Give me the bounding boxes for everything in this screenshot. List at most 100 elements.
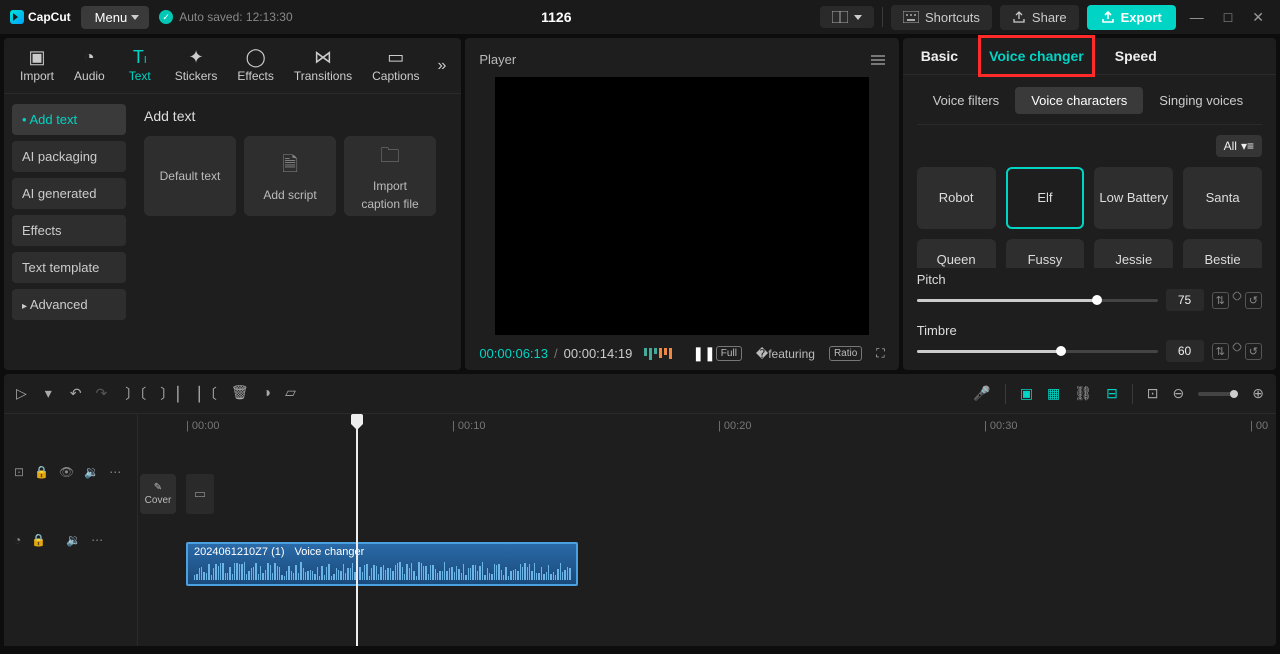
tab-captions[interactable]: ▭Captions [362,44,429,87]
fullscreen-button[interactable]: ⛶ [876,346,884,361]
tab-transitions[interactable]: ⋈Transitions [284,44,362,87]
tab-import[interactable]: ▣Import [10,44,64,87]
tab-stickers[interactable]: ✦Stickers [165,44,228,87]
tab-effects[interactable]: ◯Effects [227,44,283,87]
zoom-slider[interactable] [1198,392,1238,396]
track-settings-icon[interactable]: ⊡ [14,465,24,479]
link-button[interactable]: ⛓ [1074,385,1092,402]
tab-audio[interactable]: ◔Audio [64,44,115,87]
layout-button[interactable] [820,6,874,28]
export-button[interactable]: Export [1087,5,1176,30]
pitch-thumb[interactable] [1092,295,1102,305]
select-tool[interactable]: ▷ [16,385,27,402]
timbre-slider[interactable] [917,350,1158,353]
project-title[interactable]: 1126 [303,9,810,25]
script-icon: 🗎 [282,150,298,184]
timbre-value[interactable]: 60 [1166,340,1204,362]
text-icon: TI [133,48,147,66]
track-mute-icon[interactable]: 🔉 [66,533,81,547]
close-button[interactable]: ✕ [1246,9,1270,26]
sidebar-item-add-text[interactable]: • Add text [12,104,126,135]
track-more-icon[interactable]: ⋯ [109,465,121,479]
player-panel: Player 00:00:06:13 / 00:00:14:19 ❚❚ Full… [465,38,898,370]
subtab-voice-filters[interactable]: Voice filters [917,87,1015,114]
tab-basic[interactable]: Basic [917,38,962,74]
voice-fussy[interactable]: Fussy [1006,239,1085,268]
sidebar-item-effects[interactable]: Effects [12,215,126,246]
undo-button[interactable]: ↶ [70,385,82,402]
subtab-voice-characters[interactable]: Voice characters [1015,87,1143,114]
sidebar-item-ai-generated[interactable]: AI generated [12,178,126,209]
sidebar-item-text-template[interactable]: Text template [12,252,126,283]
voice-elf[interactable]: Elf [1006,167,1085,229]
snap-main-button[interactable]: ▣ [1020,385,1033,402]
card-import-caption[interactable]: 🗀Importcaption file [344,136,436,216]
split-right-button[interactable]: ⎮〔 [196,384,217,404]
tab-text[interactable]: TIText [115,44,165,87]
full-button[interactable]: Full [716,346,742,361]
pitch-slider[interactable] [917,299,1158,302]
voice-grid-row2: Queen Fussy Jessie Bestie [903,239,1276,268]
preview-button[interactable]: ⊡ [1147,385,1159,402]
select-mode-dropdown[interactable]: ▾ [45,385,52,402]
ruler-tick: | 00:30 [984,420,1017,432]
share-button[interactable]: Share [1000,5,1079,30]
timbre-stepper[interactable]: ⇅↺ [1212,343,1262,360]
timeline-tracks[interactable]: | 00:00 | 00:10 | 00:20 | 00:30 | 00 ✎ C… [138,414,1276,646]
track-lock-icon[interactable]: 🔒 [34,465,49,479]
snap-aux-button[interactable]: ▦ [1047,385,1060,402]
playhead[interactable] [356,414,358,646]
flag-button[interactable]: ▱ [285,384,296,404]
track-mute-icon[interactable]: 🔉 [84,465,99,479]
keyframe-icon[interactable] [1231,341,1242,352]
track-lock-icon[interactable]: 🔒 [31,533,46,547]
card-default-text[interactable]: Default text [144,136,236,216]
voice-robot[interactable]: Robot [917,167,996,229]
maximize-button[interactable]: □ [1218,9,1238,25]
tabs-more-button[interactable]: » [430,57,455,75]
card-add-script[interactable]: 🗎Add script [244,136,336,216]
audio-clip[interactable]: 2024061210Z7 (1) Voice changer [186,542,578,586]
ruler-tick: | 00 [1250,420,1268,432]
player-menu-button[interactable] [871,55,885,65]
track-visible-icon[interactable]: 👁 [59,465,74,479]
ratio-button[interactable]: Ratio [829,346,862,361]
track-more-icon[interactable]: ⋯ [91,533,103,547]
timbre-thumb[interactable] [1056,346,1066,356]
pitch-stepper[interactable]: ⇅↺ [1212,292,1262,309]
pitch-value[interactable]: 75 [1166,289,1204,311]
delete-button[interactable]: 🗑 [231,384,249,404]
zoom-in-button[interactable]: ⊕ [1252,385,1264,402]
cover-chip[interactable]: ✎ Cover [140,474,176,514]
tab-speed[interactable]: Speed [1111,38,1161,74]
pause-button[interactable]: ❚❚ [692,345,715,362]
player-viewport[interactable] [495,77,868,335]
subtab-singing-voices[interactable]: Singing voices [1143,87,1259,114]
voice-santa[interactable]: Santa [1183,167,1262,229]
track-audio-icon[interactable]: ◔ [14,533,21,547]
voice-queen[interactable]: Queen [917,239,996,268]
filter-all-button[interactable]: All ▾≡ [1216,135,1262,157]
time-ruler[interactable]: | 00:00 | 00:10 | 00:20 | 00:30 | 00 [138,414,1276,438]
redo-button[interactable]: ↷ [96,385,108,402]
keyframe-icon[interactable] [1231,290,1242,301]
tab-voice-changer[interactable]: Voice changer [978,35,1095,77]
waveform [194,560,570,580]
magnet-button[interactable]: ⊟ [1106,385,1118,402]
crop-button[interactable]: �featuring [756,347,815,361]
menu-button[interactable]: Menu [81,6,150,29]
sidebar-item-ai-packaging[interactable]: AI packaging [12,141,126,172]
current-time: 00:00:06:13 [479,346,548,361]
split-button[interactable]: 〕〔 [125,384,146,404]
sidebar-item-advanced[interactable]: Advanced [12,289,126,320]
video-placeholder[interactable]: ▭ [186,474,214,514]
split-left-button[interactable]: 〕⎮ [160,384,181,404]
voice-jessie[interactable]: Jessie [1094,239,1173,268]
marker-button[interactable]: ◑ [263,384,271,404]
minimize-button[interactable]: — [1184,9,1210,25]
mic-button[interactable]: 🎤 [973,385,990,402]
zoom-out-button[interactable]: ⊖ [1173,385,1185,402]
voice-low-battery[interactable]: Low Battery [1094,167,1173,229]
voice-bestie[interactable]: Bestie [1183,239,1262,268]
shortcuts-button[interactable]: Shortcuts [891,5,992,30]
